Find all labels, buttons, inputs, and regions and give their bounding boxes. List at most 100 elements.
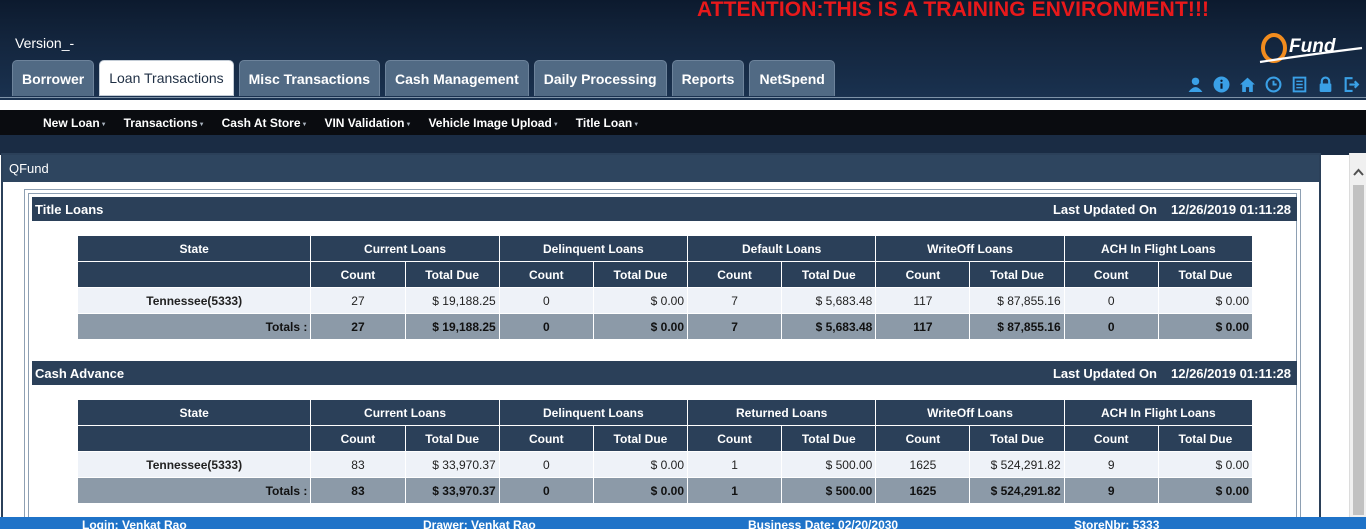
content-background xyxy=(0,135,1366,155)
last-updated-value: 12/26/2019 01:11:28 xyxy=(1171,202,1291,217)
subnav-new-loan[interactable]: New Loan▼ xyxy=(43,116,107,130)
count-cell: 0 xyxy=(499,288,593,313)
tab-daily-processing[interactable]: Daily Processing xyxy=(533,60,667,96)
total-amount-cell: $ 87,855.16 xyxy=(970,314,1064,339)
totals-label: Totals : xyxy=(78,478,311,503)
totals-row: Totals : 83 $ 33,970.37 0 $ 0.00 1 $ 500… xyxy=(78,478,1252,503)
tab-loan-transactions[interactable]: Loan Transactions xyxy=(99,60,234,96)
count-cell: 9 xyxy=(1064,452,1158,477)
column-header-state: State xyxy=(78,236,311,261)
column-header-total-due: Total Due xyxy=(593,426,688,451)
total-amount-cell: $ 524,291.82 xyxy=(970,478,1064,503)
total-due-cell: $ 500.00 xyxy=(782,452,876,477)
section-title: Title Loans xyxy=(35,201,104,217)
column-header-count: Count xyxy=(688,262,782,287)
subnav-transactions[interactable]: Transactions▼ xyxy=(124,116,205,130)
document-icon[interactable] xyxy=(1290,75,1309,94)
vertical-scrollbar[interactable] xyxy=(1349,153,1366,518)
chevron-down-icon: ▼ xyxy=(405,122,412,128)
column-header-group: Delinquent Loans xyxy=(499,400,688,425)
column-header-total-due: Total Due xyxy=(1158,426,1252,451)
tab-reports[interactable]: Reports xyxy=(671,60,745,96)
column-header-total-due: Total Due xyxy=(782,262,876,287)
toolbar-icons xyxy=(1186,75,1361,94)
scrollbar-thumb[interactable] xyxy=(1353,185,1364,515)
total-count-cell: 1 xyxy=(688,478,782,503)
column-header-count: Count xyxy=(499,426,593,451)
subnav-vehicle-image-upload[interactable]: Vehicle Image Upload▼ xyxy=(428,116,558,130)
column-header-count: Count xyxy=(311,262,405,287)
subnav-label: Cash At Store xyxy=(221,116,301,130)
subnav-label: Transactions xyxy=(123,116,198,130)
section-title: Cash Advance xyxy=(35,365,125,381)
total-due-cell: $ 0.00 xyxy=(593,452,688,477)
subnav-vin-validation[interactable]: VIN Validation▼ xyxy=(324,116,411,130)
user-icon[interactable] xyxy=(1186,75,1205,94)
tab-borrower[interactable]: Borrower xyxy=(12,60,95,96)
column-header-group: Returned Loans xyxy=(688,400,876,425)
table-row: Tennessee(5333) 27 $ 19,188.25 0 $ 0.00 … xyxy=(78,288,1252,313)
subnav-cash-at-store[interactable]: Cash At Store▼ xyxy=(222,116,308,130)
last-updated-value: 12/26/2019 01:11:28 xyxy=(1171,366,1291,381)
state-cell: Tennessee(5333) xyxy=(78,288,311,313)
count-cell: 27 xyxy=(311,288,405,313)
login-status: Login: Venkat Rao xyxy=(82,518,187,529)
sub-navigation: New Loan▼ Transactions▼ Cash At Store▼ V… xyxy=(0,110,1366,135)
last-updated-label: Last Updated On xyxy=(1052,202,1157,217)
last-updated-label: Last Updated On xyxy=(1052,366,1157,381)
column-header-total-due: Total Due xyxy=(593,262,688,287)
logo-text: Fund xyxy=(1289,36,1336,57)
totals-label: Totals : xyxy=(78,314,311,339)
column-header-count: Count xyxy=(499,262,593,287)
store-number-status: StoreNbr: 5333 xyxy=(1074,518,1160,529)
header-divider xyxy=(0,97,1366,98)
subnav-label: VIN Validation xyxy=(324,116,405,130)
total-amount-cell: $ 0.00 xyxy=(1158,314,1252,339)
column-header-total-due: Total Due xyxy=(782,426,876,451)
count-cell: 0 xyxy=(1064,288,1158,313)
table-group-header: State Current Loans Delinquent Loans Def… xyxy=(78,236,1252,261)
column-header-count: Count xyxy=(876,262,970,287)
column-header-total-due: Total Due xyxy=(970,426,1064,451)
logout-icon[interactable] xyxy=(1342,75,1361,94)
scroll-up-icon[interactable] xyxy=(1352,165,1365,178)
tab-misc-transactions[interactable]: Misc Transactions xyxy=(238,60,381,96)
column-header-group: Current Loans xyxy=(311,400,499,425)
total-amount-cell: $ 0.00 xyxy=(593,478,688,503)
home-icon[interactable] xyxy=(1238,75,1257,94)
column-header-count: Count xyxy=(1064,426,1158,451)
subnav-label: New Loan xyxy=(43,116,100,130)
column-header-total-due: Total Due xyxy=(405,426,499,451)
chevron-down-icon: ▼ xyxy=(198,122,205,128)
count-cell: 117 xyxy=(876,288,970,313)
column-header-group: ACH In Flight Loans xyxy=(1064,236,1252,261)
tab-cash-management[interactable]: Cash Management xyxy=(385,60,529,96)
clock-icon[interactable] xyxy=(1264,75,1283,94)
table-group-header: State Current Loans Delinquent Loans Ret… xyxy=(78,400,1252,425)
total-amount-cell: $ 5,683.48 xyxy=(782,314,876,339)
subnav-title-loan[interactable]: Title Loan▼ xyxy=(576,116,639,130)
total-amount-cell: $ 0.00 xyxy=(593,314,688,339)
cash-advance-table: State Current Loans Delinquent Loans Ret… xyxy=(77,399,1253,504)
last-updated: Last Updated On 12/26/2019 01:11:28 xyxy=(1053,366,1291,381)
drawer-status: Drawer: Venkat Rao xyxy=(423,518,536,529)
column-header-group: WriteOff Loans xyxy=(876,236,1064,261)
training-banner: ATTENTION:THIS IS A TRAINING ENVIRONMENT… xyxy=(697,0,1210,21)
chevron-down-icon: ▼ xyxy=(100,122,107,128)
summary-container: Title Loans Last Updated On 12/26/2019 01… xyxy=(24,189,1301,529)
column-header-group: Current Loans xyxy=(311,236,499,261)
count-cell: 1 xyxy=(688,452,782,477)
main-tabs: Borrower Loan Transactions Misc Transact… xyxy=(12,60,835,96)
column-header-count: Count xyxy=(876,426,970,451)
total-count-cell: 1625 xyxy=(876,478,970,503)
column-header-group: ACH In Flight Loans xyxy=(1064,400,1252,425)
lock-icon[interactable] xyxy=(1316,75,1335,94)
info-icon[interactable] xyxy=(1212,75,1231,94)
last-updated: Last Updated On 12/26/2019 01:11:28 xyxy=(1053,202,1291,217)
column-header-group: Delinquent Loans xyxy=(499,236,688,261)
total-amount-cell: $ 500.00 xyxy=(782,478,876,503)
tab-netspend[interactable]: NetSpend xyxy=(749,60,835,96)
total-due-cell: $ 33,970.37 xyxy=(405,452,499,477)
column-header-count: Count xyxy=(1064,262,1158,287)
column-header-group: WriteOff Loans xyxy=(876,400,1064,425)
